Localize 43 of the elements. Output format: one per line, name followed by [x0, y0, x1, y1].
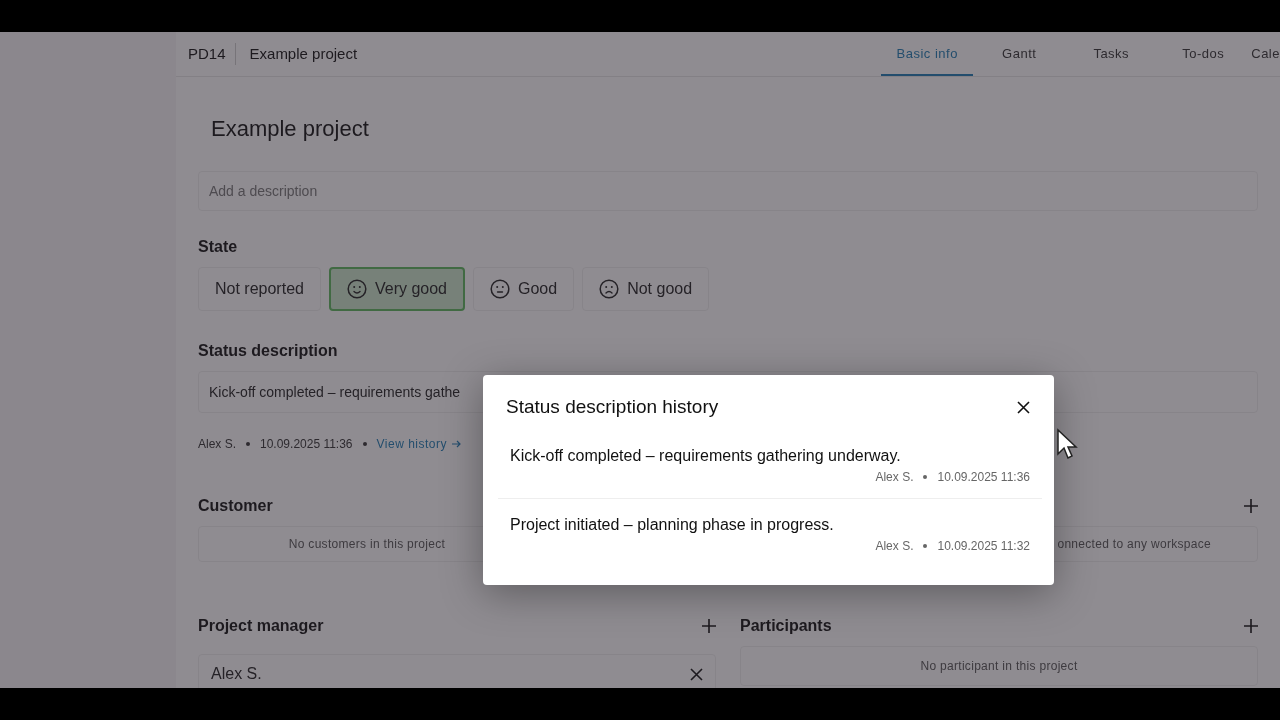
tab[interactable]: To-dos	[1157, 32, 1250, 76]
separator-dot	[246, 442, 250, 446]
empty-message: No participant in this project	[740, 646, 1258, 686]
state-option[interactable]: Very good	[328, 267, 465, 311]
section-label: State	[198, 237, 239, 257]
separator-dot	[923, 543, 928, 548]
smile-face-icon	[346, 279, 367, 299]
state-option[interactable]: Not reported	[198, 267, 321, 311]
arrow-icon	[451, 439, 462, 449]
view-history-link[interactable]: View history	[376, 435, 448, 453]
history-entry-text: Kick-off completed – requirements gathering underway.	[510, 445, 902, 466]
close-icon[interactable]	[1017, 400, 1030, 414]
person-name: Alex S.	[211, 664, 262, 684]
state-option[interactable]: Not good	[582, 267, 710, 311]
timestamp: 10.09.2025 11:32	[937, 537, 1030, 555]
timestamp: 10.09.2025 11:36	[260, 436, 353, 453]
description-field[interactable]: Add a description	[198, 171, 1258, 211]
tab[interactable]: Gantt	[973, 32, 1066, 76]
dialog-title: Status description history	[505, 395, 719, 419]
add-icon[interactable]	[1244, 619, 1258, 633]
section-label: Status description	[198, 341, 339, 361]
add-icon[interactable]	[702, 619, 716, 633]
timestamp: 10.09.2025 11:36	[937, 468, 1030, 486]
section-label: Participants	[740, 616, 832, 636]
tab[interactable]: Basic info	[881, 32, 974, 76]
section-label: Customer	[198, 496, 274, 516]
remove-icon[interactable]	[690, 667, 703, 681]
project-name: Example project	[248, 43, 358, 64]
section-label: Project manager	[198, 616, 324, 636]
add-icon[interactable]	[1244, 499, 1258, 513]
project-title: Example project	[211, 115, 370, 142]
neutral-face-icon	[490, 279, 510, 299]
state-option[interactable]: Good	[473, 267, 575, 311]
tab[interactable]: Cale	[1249, 32, 1280, 76]
author-name: Alex S.	[875, 537, 914, 555]
author-name: Alex S.	[198, 436, 236, 453]
frown-face-icon	[599, 279, 620, 299]
mouse-pointer-icon	[1056, 428, 1078, 462]
project-code: PD14	[188, 42, 236, 66]
separator-dot	[923, 474, 928, 479]
tab[interactable]: Tasks	[1065, 32, 1158, 76]
separator-dot	[362, 442, 367, 446]
author-name: Alex S.	[875, 468, 914, 486]
